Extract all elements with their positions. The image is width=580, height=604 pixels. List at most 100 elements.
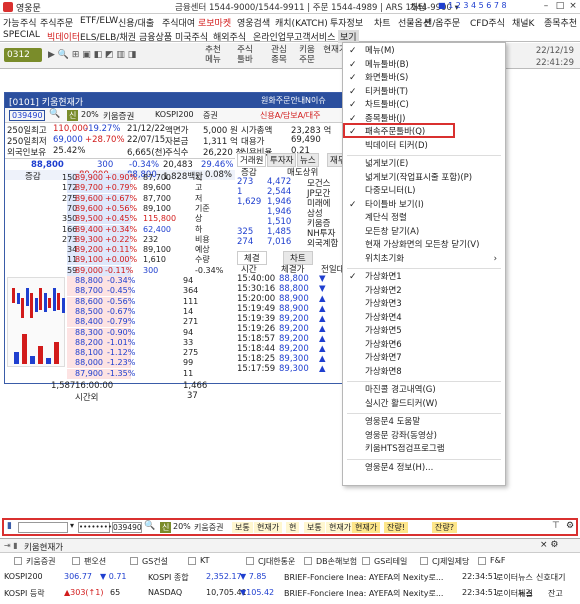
screen-number-icons[interactable]: ■ 1 2 3 4 5 6 7 8 bbox=[438, 1, 507, 10]
menu-item-7[interactable]: 영웅검색 bbox=[237, 16, 270, 29]
menu2-item-6[interactable]: 온라인업무 bbox=[253, 30, 294, 43]
menu-item-0[interactable]: 가능 bbox=[3, 16, 20, 29]
password-input[interactable]: •••••••• bbox=[78, 522, 112, 533]
toolbar-button-2[interactable]: 관심 종목 bbox=[266, 45, 292, 65]
context-menu-item-18[interactable]: 가상화면3 bbox=[343, 298, 505, 312]
menu-item-3[interactable]: ETF/ELW bbox=[80, 16, 118, 26]
search-icon[interactable]: 🔍 bbox=[49, 109, 60, 119]
watch-col-8[interactable]: F&F bbox=[490, 556, 505, 565]
order-field-7[interactable]: 잔량? bbox=[432, 522, 457, 533]
toolbar-button-1[interactable]: 주식 툴바 bbox=[232, 45, 258, 65]
menu-item-2[interactable]: 주식주문 bbox=[40, 16, 73, 29]
context-menu-item-11[interactable]: ✓ 타이틀바 보기(I) bbox=[343, 199, 505, 213]
context-menu-item-25[interactable]: 실시간 활드티커(W) bbox=[343, 398, 505, 412]
context-menu-item-4[interactable]: ✓ 차트툴바(C) bbox=[343, 99, 505, 113]
watch-check[interactable] bbox=[14, 557, 22, 565]
context-menu-item-10[interactable]: 다중모니터(L) bbox=[343, 185, 505, 199]
watch-col-6[interactable]: GS리테일 bbox=[374, 556, 407, 567]
order-field-4[interactable]: 현재가 bbox=[326, 522, 355, 533]
order-field-6[interactable]: 잔량! bbox=[384, 522, 408, 533]
context-menu-item-7[interactable]: 빅데이터 티커(D) bbox=[343, 140, 505, 154]
ticker2-10[interactable]: 잔고 bbox=[548, 588, 563, 599]
account-input[interactable] bbox=[18, 522, 68, 533]
context-menu-item-13[interactable]: 모든창 닫기(A) bbox=[343, 226, 505, 240]
context-menu-item-12[interactable]: 계단식 정렬 bbox=[343, 212, 505, 226]
context-menu-item-21[interactable]: 가상화면6 bbox=[343, 339, 505, 353]
window-header[interactable]: [0101] 키움현재가 원화주문안내 N이슈 × bbox=[5, 93, 355, 108]
context-menu-item-2[interactable]: ✓ 화면툴바(S) bbox=[343, 72, 505, 86]
watch-col-4[interactable]: CJ대한통운 bbox=[258, 556, 295, 567]
order-field-0[interactable]: 보통 bbox=[232, 522, 253, 533]
watch-check[interactable] bbox=[72, 557, 80, 565]
stock-code-input[interactable]: 039490 bbox=[9, 110, 45, 121]
menu-item-5[interactable]: 주식대여 bbox=[162, 16, 195, 29]
order-field-1[interactable]: 현재가 bbox=[254, 522, 283, 533]
watch-icons[interactable]: ⇥ ▮ bbox=[4, 541, 18, 550]
gear-icon[interactable]: ⚙ bbox=[566, 521, 574, 531]
watch-close-icon[interactable]: × ⚙ bbox=[540, 540, 558, 550]
menu-item-6[interactable]: 로보마켓 bbox=[198, 16, 231, 29]
order-field-5[interactable]: 현재가 bbox=[352, 522, 381, 533]
close-icon[interactable]: × bbox=[567, 1, 579, 13]
watch-check[interactable] bbox=[304, 557, 312, 565]
pin-icon[interactable]: ⊤ bbox=[552, 521, 560, 531]
context-menu-item-20[interactable]: 가상화면5 bbox=[343, 325, 505, 339]
context-menu-item-19[interactable]: 가상화면4 bbox=[343, 312, 505, 326]
context-menu-item-16[interactable]: ✓ 가상화면1 bbox=[343, 271, 505, 285]
context-menu-item-17[interactable]: 가상화면2 bbox=[343, 285, 505, 299]
menu-item-9[interactable]: 투자정보 bbox=[330, 16, 363, 29]
tab-2[interactable]: 뉴스 bbox=[297, 153, 319, 167]
menu-item-10[interactable]: 차트 bbox=[374, 16, 391, 29]
chat-button[interactable]: 채팅 bbox=[410, 1, 426, 13]
tab-1[interactable]: 투자자 bbox=[267, 153, 297, 167]
ticker2-9[interactable]: 체결 bbox=[518, 588, 533, 599]
ticker1-9[interactable]: 신호대기 bbox=[536, 572, 565, 583]
context-menu-item-9[interactable]: 넓게보기(작업표시줄 포함)(P) bbox=[343, 172, 505, 186]
context-menu-item-1[interactable]: ✓ 메뉴툴바(B) bbox=[343, 59, 505, 73]
context-menu-item-22[interactable]: 가상화면7 bbox=[343, 352, 505, 366]
context-menu-item-27[interactable]: 영웅문 강좌(동영상) bbox=[343, 430, 505, 444]
context-menu-item-8[interactable]: 넓게보기(E) bbox=[343, 158, 505, 172]
menu-item-8[interactable]: 캐치(KATCH) bbox=[275, 16, 328, 29]
menu2-item-3[interactable]: 금융상품 bbox=[139, 30, 172, 43]
menu-item-13[interactable]: CFD주식 bbox=[470, 16, 505, 29]
context-menu-item-23[interactable]: 가상화면8 bbox=[343, 366, 505, 380]
menu-item-14[interactable]: 채널K bbox=[512, 16, 534, 29]
maximize-icon[interactable]: □ bbox=[554, 1, 566, 13]
dropdown-icon[interactable]: ▾ bbox=[70, 521, 74, 530]
watch-col-2[interactable]: GS건설 bbox=[142, 556, 168, 567]
watch-col-7[interactable]: CJ제일제당 bbox=[432, 556, 469, 567]
menu2-item-5[interactable]: 해외주식 bbox=[213, 30, 246, 43]
order-search-icon[interactable]: 🔍 bbox=[144, 521, 155, 531]
watch-check[interactable] bbox=[362, 557, 370, 565]
toolbar-quick-icons[interactable]: ▶ 🔍 ⊞ ▣ ◧ ◩ ▥ ◨ bbox=[48, 50, 136, 60]
watch-check[interactable] bbox=[188, 557, 196, 565]
menu2-item-7[interactable]: 고객서비스 bbox=[294, 30, 335, 43]
n-issue-link[interactable]: N이슈 bbox=[305, 95, 326, 106]
minimize-icon[interactable]: – bbox=[540, 1, 552, 13]
order-field-3[interactable]: 보통 bbox=[304, 522, 325, 533]
context-menu-item-0[interactable]: ✓ 메뉴(M) bbox=[343, 45, 505, 59]
context-menu-item-24[interactable]: 마진콜 경고내역(G) bbox=[343, 384, 505, 398]
watch-check[interactable] bbox=[478, 557, 486, 565]
watch-col-3[interactable]: KT bbox=[200, 556, 210, 565]
toolbar-button-0[interactable]: 추천 메뉴 bbox=[200, 45, 226, 65]
menu2-item-1[interactable]: 빅데이터 bbox=[47, 30, 80, 43]
menu2-item-4[interactable]: 미국주식 bbox=[175, 30, 208, 43]
context-menu-item-29[interactable]: 영웅문4 정보(H)... bbox=[343, 462, 505, 476]
context-menu-item-3[interactable]: ✓ 티커툴바(T) bbox=[343, 86, 505, 100]
toolbar-button-3[interactable]: 키움 주문 bbox=[294, 45, 320, 65]
watch-check[interactable] bbox=[420, 557, 428, 565]
menu-item-15[interactable]: 종목추천 bbox=[544, 16, 577, 29]
watch-col-0[interactable]: 키움증권 bbox=[26, 556, 55, 567]
krw-order-info-link[interactable]: 원화주문안내 bbox=[261, 95, 305, 106]
menu-item-1[interactable]: 주식 bbox=[20, 16, 37, 29]
watch-check[interactable] bbox=[246, 557, 254, 565]
menu-item-12[interactable]: 선/옵주문 bbox=[424, 16, 460, 29]
account-selector[interactable]: 0312 bbox=[4, 48, 42, 62]
menu-item-4[interactable]: 신용/대출 bbox=[118, 16, 154, 29]
menu2-item-0[interactable]: SPECIAL bbox=[3, 30, 40, 40]
tab-0[interactable]: 거래원 bbox=[237, 153, 267, 167]
watch-col-5[interactable]: DB손해보험 bbox=[316, 556, 357, 567]
context-menu-item-15[interactable]: 위치초기화 › bbox=[343, 253, 505, 267]
